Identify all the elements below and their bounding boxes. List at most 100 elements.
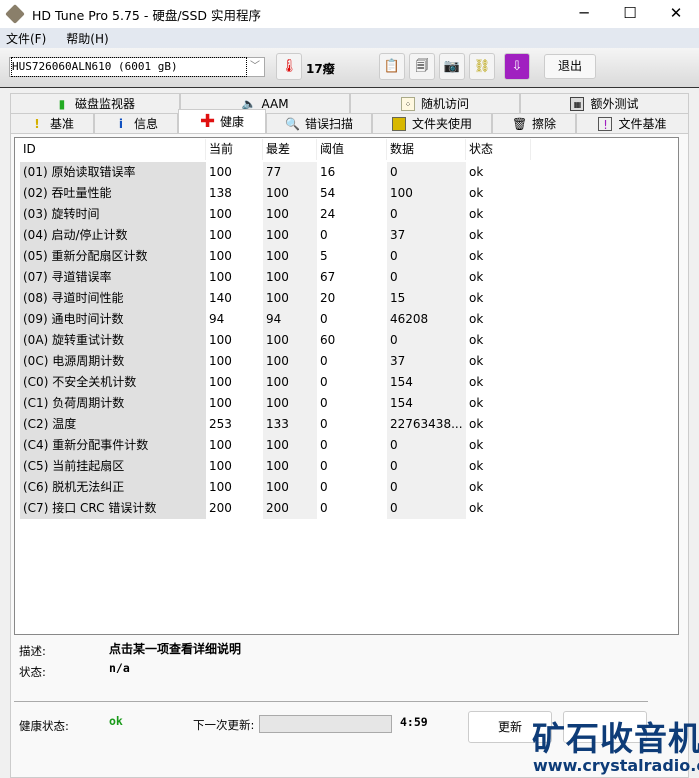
red-cross-icon: ✚: [199, 110, 216, 132]
cell-status: ok: [469, 165, 484, 179]
cell-data: 15: [387, 288, 466, 309]
table-row[interactable]: (0C) 电源周期计数 100 100 0 37 ok: [20, 351, 531, 372]
temperature-readout: 17癈: [306, 62, 335, 76]
cell-threshold: 0: [320, 396, 328, 410]
tab-label: 错误扫描: [304, 117, 353, 131]
table-row[interactable]: (09) 通电时间计数 94 94 0 46208 ok: [20, 309, 531, 330]
cell-worst: 100: [263, 393, 317, 414]
cell-worst: 100: [263, 372, 317, 393]
menu-help[interactable]: 帮助(H): [60, 28, 114, 48]
cell-data: 22763438...: [387, 414, 466, 435]
cell-id: (07) 寻道错误率: [20, 267, 206, 288]
cell-threshold: 60: [320, 333, 336, 347]
cell-data: 0: [387, 204, 466, 225]
cell-id: (01) 原始读取错误率: [20, 162, 206, 183]
column-header-current[interactable]: 当前: [206, 139, 263, 160]
copy-icon: 📋: [383, 59, 401, 74]
column-header-id[interactable]: ID: [20, 139, 206, 160]
exit-button[interactable]: 退出: [544, 54, 596, 79]
tab-error-scan[interactable]: 🔍 错误扫描: [266, 113, 372, 133]
cell-worst: 100: [263, 183, 317, 204]
table-row[interactable]: (C1) 负荷周期计数 100 100 0 154 ok: [20, 393, 531, 414]
table-row[interactable]: (02) 吞吐量性能 138 100 54 100 ok: [20, 183, 531, 204]
trash-icon: 🗑: [511, 116, 528, 131]
table-row[interactable]: (07) 寻道错误率 100 100 67 0 ok: [20, 267, 531, 288]
next-update-progress: [259, 715, 392, 733]
options-button[interactable]: ⛓: [469, 53, 495, 80]
table-row[interactable]: (C2) 温度 253 133 0 22763438... ok: [20, 414, 531, 435]
cell-current: 100: [209, 396, 232, 410]
drive-select-value: HUS726060ALN610 (6001 gB): [11, 57, 247, 77]
table-row[interactable]: (05) 重新分配扇区计数 100 100 5 0 ok: [20, 246, 531, 267]
tab-label: 健康: [219, 115, 244, 129]
smart-table[interactable]: ID 当前 最差 阈值 数据 状态 (01) 原始读取错误率 100 77 16 0 ok…: [14, 137, 679, 635]
table-row[interactable]: (C4) 重新分配事件计数 100 100 0 0 ok: [20, 435, 531, 456]
table-header: ID 当前 最差 阈值 数据 状态: [20, 139, 531, 160]
tab-file-benchmark[interactable]: ! 文件基准: [576, 113, 689, 133]
cell-current: 140: [209, 291, 232, 305]
table-row[interactable]: (C5) 当前挂起扇区 100 100 0 0 ok: [20, 456, 531, 477]
calculator-icon: ▦: [570, 96, 585, 111]
tab-info[interactable]: i 信息: [94, 113, 178, 133]
tab-label: 额外测试: [590, 97, 639, 111]
tab-label: 磁盘监视器: [74, 97, 135, 111]
cell-data: 0: [387, 267, 466, 288]
cell-data: 154: [387, 372, 466, 393]
tab-label: 文件夹使用: [411, 117, 472, 131]
cell-current: 100: [209, 480, 232, 494]
cell-threshold: 24: [320, 207, 336, 221]
title-bar: HD Tune Pro 5.75 - 硬盘/SSD 实用程序 ─ ☐ ✕: [0, 0, 699, 28]
table-row[interactable]: (01) 原始读取错误率 100 77 16 0 ok: [20, 162, 531, 183]
cell-data: 37: [387, 225, 466, 246]
copy-text-button[interactable]: 📋: [379, 53, 405, 80]
table-row[interactable]: (08) 寻道时间性能 140 100 20 15 ok: [20, 288, 531, 309]
exclamation-icon: !: [34, 116, 40, 131]
table-row[interactable]: (04) 启动/停止计数 100 100 0 37 ok: [20, 225, 531, 246]
next-update-label: 下一次更新:: [193, 718, 255, 732]
tab-extra-tests[interactable]: ▦ 额外测试: [520, 93, 689, 113]
tab-erase[interactable]: 🗑 擦除: [492, 113, 576, 133]
tab-random-access[interactable]: ⁘ 随机访问: [350, 93, 520, 113]
cell-status: ok: [469, 186, 484, 200]
column-header-status[interactable]: 状态: [466, 139, 531, 160]
cell-threshold: 54: [320, 186, 336, 200]
tab-health[interactable]: ✚ 健康: [178, 109, 266, 133]
table-row[interactable]: (03) 旋转时间 100 100 24 0 ok: [20, 204, 531, 225]
status-value: n/a: [109, 661, 130, 675]
thermometer-icon[interactable]: 🌡: [276, 53, 302, 80]
cell-data: 154: [387, 393, 466, 414]
drive-select[interactable]: HUS726060ALN610 (6001 gB) ﹀: [9, 57, 265, 77]
cell-data: 0: [387, 435, 466, 456]
cell-worst: 100: [263, 477, 317, 498]
column-header-threshold[interactable]: 阈值: [317, 139, 387, 160]
cell-threshold: 0: [320, 375, 328, 389]
cell-threshold: 16: [320, 165, 336, 179]
column-header-worst[interactable]: 最差: [263, 139, 317, 160]
close-button[interactable]: ✕: [653, 0, 699, 28]
table-row[interactable]: (0A) 旋转重试计数 100 100 60 0 ok: [20, 330, 531, 351]
table-row[interactable]: (C6) 脱机无法纠正 100 100 0 0 ok: [20, 477, 531, 498]
copy-image-button[interactable]: 🗐: [409, 53, 435, 80]
cell-current: 253: [209, 417, 232, 431]
cell-id: (C5) 当前挂起扇区: [20, 456, 206, 477]
cell-threshold: 0: [320, 417, 328, 431]
minimize-button[interactable]: ─: [561, 0, 607, 28]
cell-data: 0: [387, 162, 466, 183]
column-header-data[interactable]: 数据: [387, 139, 466, 160]
download-arrow-icon: ⇩: [511, 59, 523, 74]
tab-benchmark[interactable]: ! 基准: [10, 113, 94, 133]
maximize-button[interactable]: ☐: [607, 0, 653, 28]
cell-status: ok: [469, 207, 484, 221]
cell-threshold: 0: [320, 354, 328, 368]
table-row[interactable]: (C0) 不安全关机计数 100 100 0 154 ok: [20, 372, 531, 393]
tab-label: 信息: [133, 117, 158, 131]
cell-id: (C0) 不安全关机计数: [20, 372, 206, 393]
menu-file[interactable]: 文件(F): [0, 28, 52, 48]
cell-status: ok: [469, 396, 484, 410]
screenshot-button[interactable]: 📷: [439, 53, 465, 80]
save-button[interactable]: ⇩: [504, 53, 530, 80]
cell-data: 46208: [387, 309, 466, 330]
table-row[interactable]: (C7) 接口 CRC 错误计数 200 200 0 0 ok: [20, 498, 531, 519]
tab-disk-monitor[interactable]: ▮ 磁盘监视器: [10, 93, 180, 113]
tab-folder-usage[interactable]: 文件夹使用: [372, 113, 492, 133]
